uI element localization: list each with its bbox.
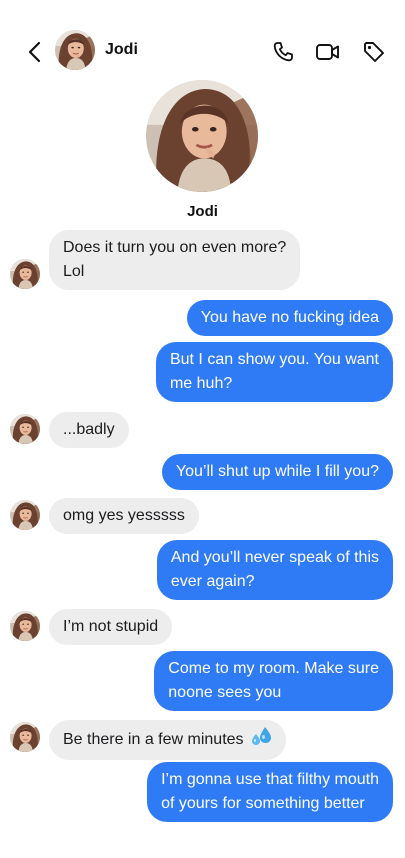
back-icon: [28, 41, 41, 63]
message-line: Be there in a few minutes: [63, 731, 244, 749]
contact-name[interactable]: Jodi: [105, 41, 138, 59]
message-bubble-incoming[interactable]: Be there in a few minutes: [49, 720, 286, 760]
tag-icon: [364, 42, 384, 62]
call-button[interactable]: [269, 38, 297, 66]
message-line: Does it turn you on even more?: [63, 239, 287, 256]
message-bubble-outgoing[interactable]: Come to my room. Make sure noone sees yo…: [154, 651, 393, 711]
message-bubble-outgoing[interactable]: But I can show you. You want me huh?: [155, 342, 393, 402]
sweat-droplets-icon: [250, 726, 272, 754]
sender-avatar[interactable]: [10, 414, 40, 444]
tag-button[interactable]: [360, 38, 388, 66]
header-avatar[interactable]: [55, 30, 95, 70]
sender-avatar[interactable]: [10, 259, 40, 289]
message-bubble-incoming[interactable]: ...badly: [49, 412, 129, 448]
message-line: Come to my room. Make sure: [168, 660, 379, 677]
message-line: You have no fucking idea: [200, 309, 379, 326]
message-line: But I can show you. You want: [169, 351, 379, 368]
message-line: I’m gonna use that filthy mouth: [161, 771, 379, 788]
message-bubble-incoming[interactable]: I’m not stupid: [49, 609, 173, 645]
message-bubble-outgoing[interactable]: You have no fucking idea: [186, 300, 393, 336]
message-line: I’m not stupid: [63, 618, 159, 635]
profile-name: Jodi: [187, 203, 218, 220]
message-bubble-outgoing[interactable]: And you’ll never speak of this ever agai…: [156, 540, 393, 600]
profile-avatar[interactable]: [146, 80, 258, 192]
message-line: And you’ll never speak of this: [170, 549, 379, 566]
message-line: You’ll shut up while I fill you?: [175, 463, 379, 480]
message-line: Lol: [63, 263, 85, 280]
message-line: of yours for something better: [161, 795, 365, 812]
message-bubble-incoming[interactable]: Does it turn you on even more? Lol: [49, 230, 301, 290]
message-bubble-outgoing[interactable]: I’m gonna use that filthy mouth of yours…: [147, 762, 393, 822]
message-line: omg yes yesssss: [63, 507, 185, 524]
back-button[interactable]: [20, 38, 48, 66]
phone-icon: [273, 42, 293, 62]
message-line: noone sees you: [168, 684, 282, 701]
message-line: ever again?: [170, 573, 255, 590]
message-line: ...badly: [63, 421, 115, 438]
video-call-button[interactable]: [314, 38, 342, 66]
sender-avatar[interactable]: [10, 722, 40, 752]
message-bubble-outgoing[interactable]: You’ll shut up while I fill you?: [161, 454, 393, 490]
sender-avatar[interactable]: [10, 500, 40, 530]
sender-avatar[interactable]: [10, 611, 40, 641]
video-icon: [316, 44, 339, 60]
message-bubble-incoming[interactable]: omg yes yesssss: [49, 498, 199, 534]
message-line: me huh?: [169, 375, 233, 392]
